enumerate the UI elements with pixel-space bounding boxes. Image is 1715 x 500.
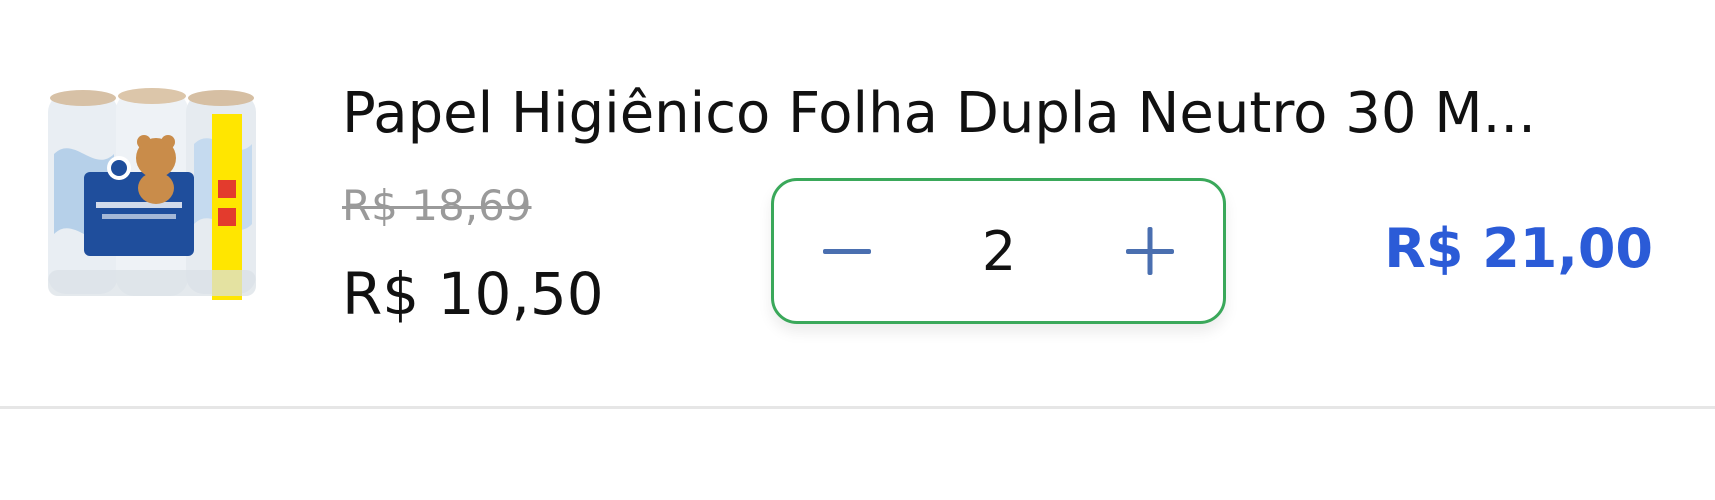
- unit-price: R$ 10,50: [342, 260, 604, 328]
- quantity-stepper: [771, 178, 1226, 324]
- decrease-quantity-button[interactable]: [782, 181, 912, 321]
- cart-item: Papel Higiênico Folha Dupla Neutro 30 M.…: [0, 0, 1715, 410]
- divider: [0, 406, 1715, 409]
- product-image[interactable]: [44, 84, 260, 308]
- old-price: R$ 18,69: [342, 181, 532, 230]
- minus-icon: [823, 249, 871, 254]
- quantity-input[interactable]: [904, 181, 1094, 321]
- increase-quantity-button[interactable]: [1085, 181, 1215, 321]
- product-title[interactable]: Papel Higiênico Folha Dupla Neutro 30 M.…: [342, 76, 1622, 152]
- total-price: R$ 21,00: [1384, 217, 1653, 280]
- plus-icon: [1126, 227, 1174, 275]
